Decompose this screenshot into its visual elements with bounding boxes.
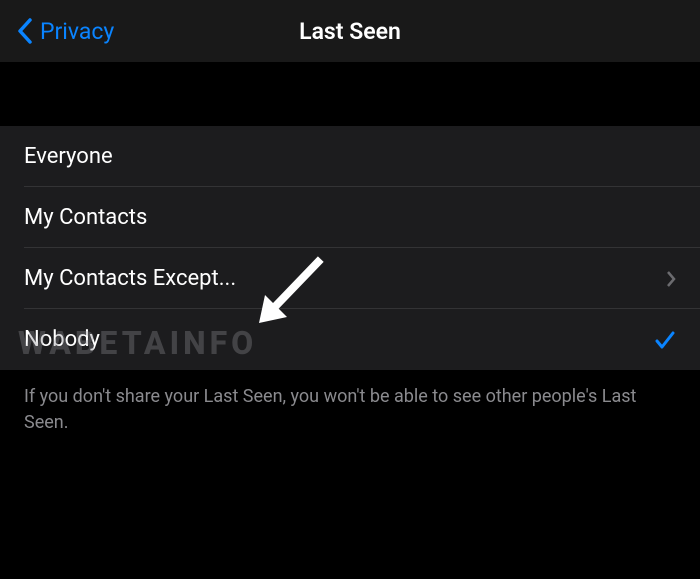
option-label: Everyone [24, 144, 113, 169]
option-label: My Contacts Except... [24, 266, 236, 291]
option-my-contacts-except[interactable]: My Contacts Except... [0, 248, 700, 309]
header-spacer [0, 62, 700, 126]
option-everyone[interactable]: Everyone [0, 126, 700, 187]
checkmark-icon [654, 329, 676, 351]
navigation-bar: Privacy Last Seen [0, 0, 700, 62]
chevron-right-icon [666, 270, 676, 288]
option-nobody[interactable]: Nobody [0, 309, 700, 370]
back-button[interactable]: Privacy [16, 17, 114, 45]
footer-help-text: If you don't share your Last Seen, you w… [0, 370, 700, 450]
option-my-contacts[interactable]: My Contacts [0, 187, 700, 248]
page-title: Last Seen [299, 18, 401, 45]
option-label: Nobody [24, 327, 100, 352]
back-chevron-icon [16, 17, 34, 45]
option-label: My Contacts [24, 205, 147, 230]
back-label: Privacy [40, 18, 114, 45]
option-list: Everyone My Contacts My Contacts Except.… [0, 126, 700, 370]
